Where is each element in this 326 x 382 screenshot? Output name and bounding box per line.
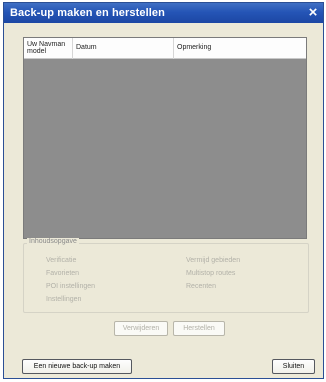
backup-restore-dialog: Back-up maken en herstellen × Uw Navman … <box>3 2 324 379</box>
close-button[interactable]: Sluiten <box>272 359 315 374</box>
restore-button[interactable]: Herstellen <box>173 321 225 336</box>
delete-button[interactable]: Verwijderen <box>114 321 168 336</box>
contents-item-avoid-areas: Vermijd gebieden <box>186 257 241 264</box>
contents-item-favorites: Favorieten <box>46 270 80 277</box>
contents-item-recent: Recenten <box>186 283 216 290</box>
column-header-comment-label: Opmerking <box>177 44 212 51</box>
window-title: Back-up maken en herstellen <box>10 7 165 19</box>
contents-item-multistop-routes: Multistop routes <box>186 270 236 277</box>
backup-list-header: Uw Navman model Datum Opmerking <box>24 38 306 59</box>
new-backup-button[interactable]: Een nieuwe back-up maken <box>22 359 132 374</box>
contents-item-settings: Instellingen <box>46 296 82 303</box>
column-header-model[interactable]: Uw Navman model <box>24 38 73 59</box>
close-icon[interactable]: × <box>305 5 321 20</box>
contents-group-label: Inhoudsopgave <box>27 238 79 245</box>
contents-item-verification: Verificatie <box>46 257 77 264</box>
contents-group: Inhoudsopgave Verificatie Favorieten POI… <box>23 238 309 313</box>
column-header-comment[interactable]: Opmerking <box>174 38 306 59</box>
column-header-model-label: Uw Navman model <box>27 41 66 55</box>
column-header-date-label: Datum <box>76 44 97 51</box>
contents-item-poi-settings: POI instellingen <box>46 283 96 290</box>
title-bar[interactable]: Back-up maken en herstellen × <box>4 3 323 23</box>
column-header-date[interactable]: Datum <box>73 38 174 59</box>
backup-list[interactable]: Uw Navman model Datum Opmerking <box>23 37 307 239</box>
